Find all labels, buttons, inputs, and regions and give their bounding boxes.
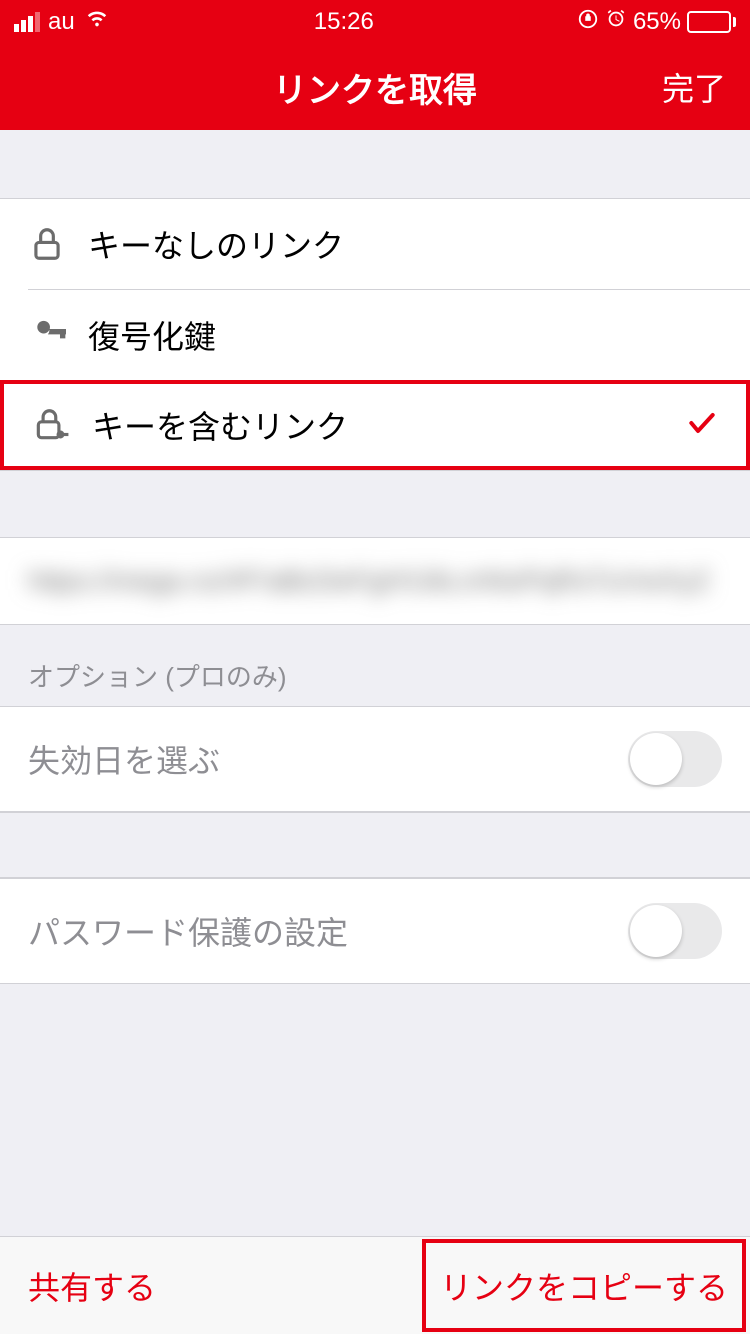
spacer — [0, 812, 750, 878]
lock-icon — [28, 225, 88, 263]
bottom-toolbar: 共有する リンクをコピーする — [0, 1236, 750, 1334]
page-title: リンクを取得 — [273, 63, 477, 112]
option-decryption-key[interactable]: 復号化鍵 — [0, 290, 750, 380]
key-icon — [28, 316, 88, 354]
orientation-lock-icon — [577, 8, 599, 37]
battery-percent: 65% — [633, 8, 681, 36]
alarm-icon — [605, 8, 627, 37]
option-label: 復号化鍵 — [88, 312, 216, 358]
copy-link-button[interactable]: リンクをコピーする — [422, 1239, 746, 1332]
nav-bar: リンクを取得 完了 — [0, 44, 750, 130]
expiry-date-row[interactable]: 失効日を選ぶ — [0, 707, 750, 811]
checkmark-icon — [686, 407, 718, 444]
status-time: 15:26 — [314, 8, 374, 36]
option-label: キーなしのリンク — [88, 221, 344, 267]
pro-section-header: オプション (プロのみ) — [0, 625, 750, 706]
wifi-icon — [83, 8, 111, 37]
link-url-blurred: https://mega.nz/#F!aBcDeFgH!iJkLmNoPqRsT… — [28, 565, 710, 597]
status-right: 65% — [577, 8, 736, 37]
carrier-label: au — [48, 8, 75, 36]
password-label: パスワード保護の設定 — [28, 908, 348, 954]
signal-icon — [14, 12, 40, 32]
link-options-list: キーなしのリンク 復号化鍵 キーを含むリンク — [0, 198, 750, 471]
password-list: パスワード保護の設定 — [0, 878, 750, 984]
done-button[interactable]: 完了 — [662, 64, 726, 110]
link-preview-row[interactable]: https://mega.nz/#F!aBcDeFgH!iJkLmNoPqRsT… — [0, 537, 750, 625]
spacer — [0, 130, 750, 198]
expiry-toggle[interactable] — [628, 731, 722, 787]
option-link-with-key[interactable]: キーを含むリンク — [0, 380, 750, 470]
option-label: キーを含むリンク — [92, 402, 348, 448]
status-left: au — [14, 8, 111, 37]
password-toggle[interactable] — [628, 903, 722, 959]
lock-key-icon — [32, 406, 92, 444]
expiry-label: 失効日を選ぶ — [28, 736, 220, 782]
share-button[interactable]: 共有する — [28, 1263, 156, 1309]
option-link-without-key[interactable]: キーなしのリンク — [0, 199, 750, 289]
status-bar: au 15:26 65% — [0, 0, 750, 44]
pro-options-list: 失効日を選ぶ — [0, 706, 750, 812]
battery-icon — [687, 11, 736, 33]
password-protection-row[interactable]: パスワード保護の設定 — [0, 879, 750, 983]
